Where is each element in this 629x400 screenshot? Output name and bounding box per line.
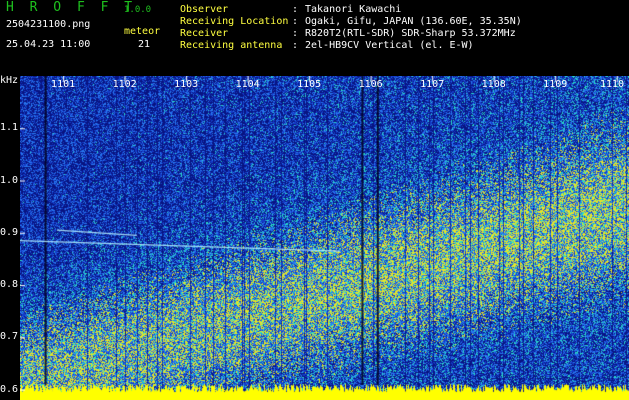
receiver-label: Receiver — [180, 28, 229, 39]
observer-label: Observer — [180, 4, 229, 15]
spectrogram-canvas — [20, 76, 629, 400]
receiver-value: R820T2(RTL-SDR) SDR-Sharp 53.372MHz — [305, 28, 516, 39]
y-tick-label: 0.7 — [0, 331, 19, 343]
x-tick-label: 1102 — [112, 79, 137, 90]
y-axis-unit: kHz — [0, 75, 19, 86]
location-label: Receiving Location — [180, 16, 289, 27]
antenna-value: 2el-HB9CV Vertical (el. E-W) — [305, 40, 474, 51]
observer-value: Takanori Kawachi — [305, 4, 402, 15]
app-name: H R O F F T — [6, 0, 137, 15]
y-tick-label: 0.9 — [0, 226, 19, 238]
location-value: Ogaki, Gifu, JAPAN (136.60E, 35.35N) — [305, 16, 522, 27]
separator: : — [292, 40, 299, 51]
x-tick-label: 1103 — [174, 79, 199, 90]
y-tick-label: 1.1 — [0, 122, 19, 134]
y-tick-label: 0.6 — [0, 383, 19, 395]
meteor-label: meteor — [124, 26, 161, 37]
y-tick-label: 1.0 — [0, 174, 19, 186]
datetime: 25.04.23 11:00 — [6, 39, 91, 50]
x-tick-label: 1108 — [481, 79, 506, 90]
x-tick-label: 1105 — [297, 79, 322, 90]
x-tick-label: 1104 — [235, 79, 260, 90]
antenna-label: Receiving antenna — [180, 40, 283, 51]
meteor-count: 21 — [138, 39, 151, 50]
x-tick-label: 1109 — [543, 79, 568, 90]
separator: : — [292, 16, 299, 27]
y-tick-label: 0.8 — [0, 279, 19, 291]
info-header: H R O F F T 1.0.0 2504231100.png meteor … — [0, 0, 629, 76]
separator: : — [292, 28, 299, 39]
filename: 2504231100.png — [6, 19, 91, 30]
x-tick-label: 1106 — [358, 79, 383, 90]
hrofft-window: H R O F F T 1.0.0 2504231100.png meteor … — [0, 0, 629, 400]
app-version: 1.0.0 — [124, 5, 152, 15]
x-tick-label: 1101 — [51, 79, 76, 90]
x-tick-label: 1107 — [420, 79, 445, 90]
x-tick-label: 1110 — [600, 79, 625, 90]
separator: : — [292, 4, 299, 15]
